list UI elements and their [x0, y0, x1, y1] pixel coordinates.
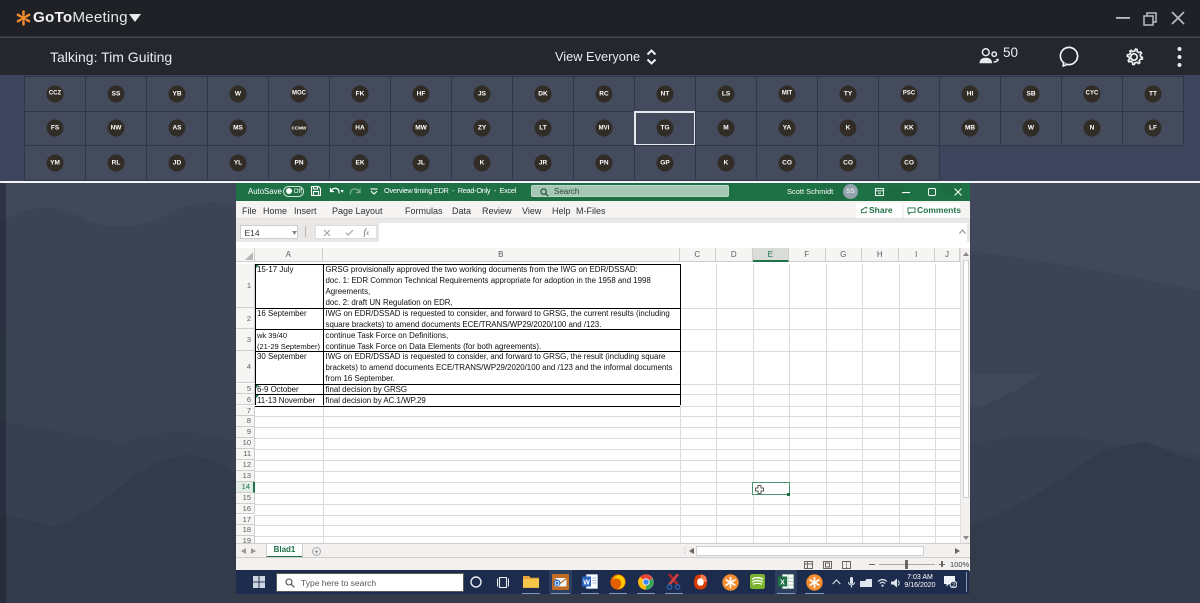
svg-text:O: O: [554, 580, 559, 587]
svg-text:W: W: [583, 580, 590, 587]
svg-text:X: X: [780, 580, 785, 587]
